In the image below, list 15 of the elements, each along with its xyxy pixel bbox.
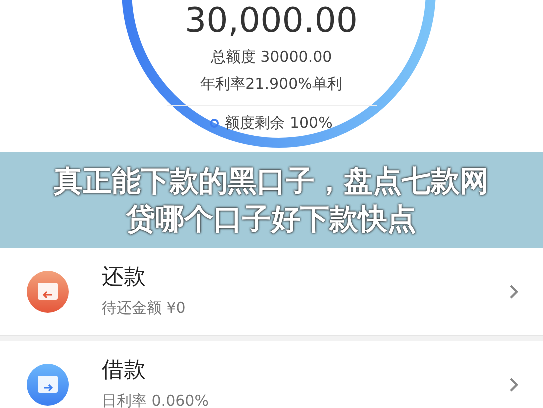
chevron-icon <box>509 284 519 300</box>
annual-rate: 年利率21.900%单利 <box>200 74 342 94</box>
card-title: 还款 <box>102 264 147 291</box>
chevron-icon <box>509 376 519 392</box>
list-card[interactable]: 还款 待还金额 ¥0 <box>0 248 543 336</box>
card-title: 借款 <box>102 356 147 384</box>
available-amount: 30,000.00 <box>184 4 358 38</box>
card-icon <box>26 362 70 406</box>
card-subtitle: 日利率 0.060% <box>102 391 210 408</box>
remaining-limit: 额度剩余 100% <box>225 113 333 134</box>
banner-title: 真正能下款的黑口子，盘点七款网贷哪个口子好下款快点 <box>53 163 490 238</box>
total-limit: 总额度 30000.00 <box>210 47 332 68</box>
list-card[interactable]: 借款 日利率 0.060% <box>0 341 543 408</box>
card-icon <box>26 270 70 314</box>
card-subtitle: 待还金额 ¥0 <box>102 298 187 319</box>
